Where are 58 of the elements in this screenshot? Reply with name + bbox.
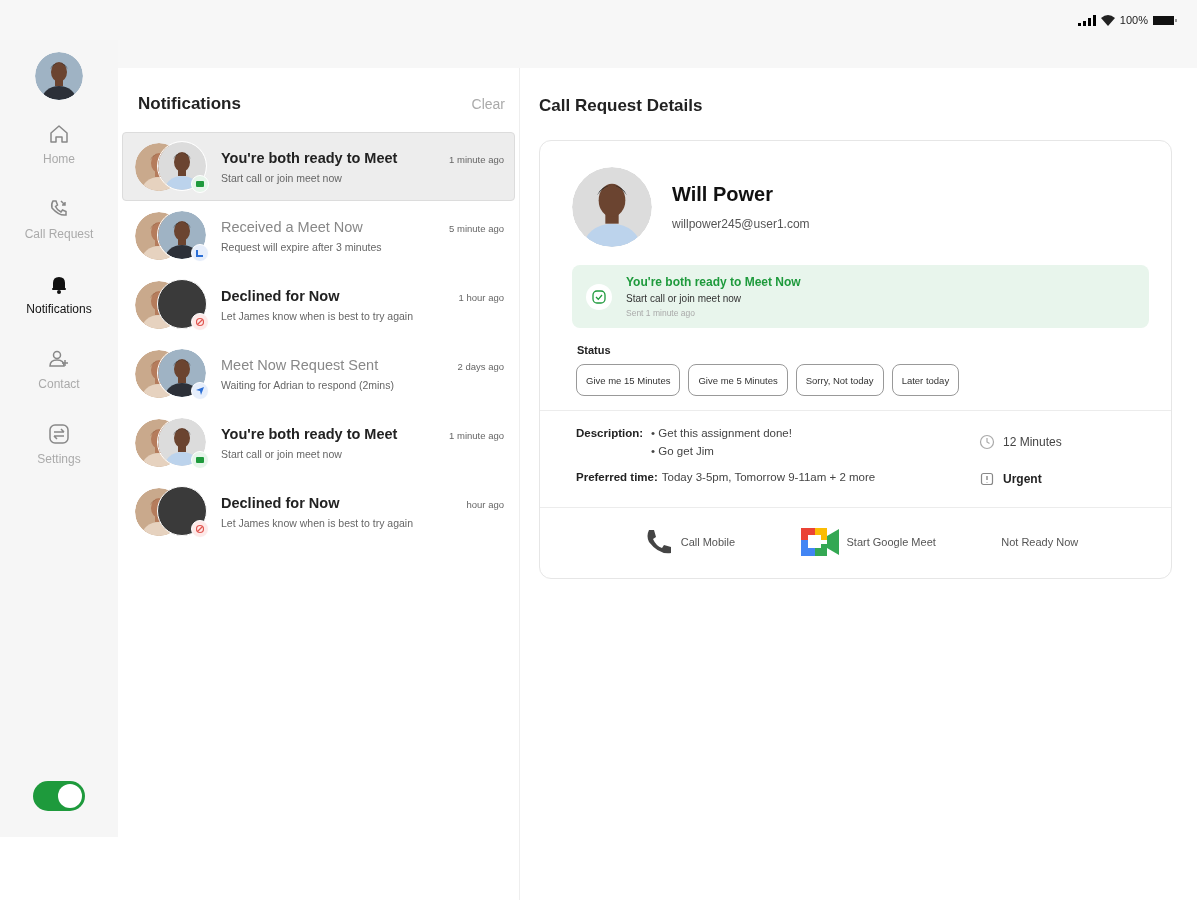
notification-subtitle: Start call or join meet now [221,447,343,460]
notification-title: Received a Meet Now [221,218,363,235]
notification-title: Declined for Now [221,287,340,304]
settings-icon [47,422,71,446]
timestamp: 2 days ago [457,360,504,372]
timestamp: 1 hour ago [458,291,504,303]
home-icon [47,122,71,146]
wifi-icon [1100,14,1115,26]
banner-timestamp: Sent 1 minute ago [626,308,696,318]
notification-subtitle: Start call or join meet now [221,171,343,184]
timestamp: hour ago [466,498,504,510]
action-button[interactable]: Call Mobile [636,526,742,558]
notification-item[interactable]: You're both ready to Meet 1 minute ago Start call or join meet now [122,132,515,201]
status-option-button[interactable]: Sorry, Not today [795,364,884,396]
battery-icon [1153,14,1177,26]
video-camera-icon [800,528,839,556]
contact-email: willpower245@user1.com [672,216,810,231]
notification-subtitle: Let James know when is best to try again [221,516,414,529]
status-option-button[interactable]: Give me 5 Minutes [688,364,788,396]
description-item: • Get this assignment done! [651,427,792,439]
description-label: Description: [576,427,644,441]
clock-icon [979,434,995,450]
notification-item[interactable]: Declined for Now 1 hour ago Let James know when is best to try again [122,270,515,339]
preferred-time-label: Preferred time: [576,471,658,485]
notification-subtitle: Let James know when is best to try again [221,309,414,322]
duration-text: 12 Minutes [1003,435,1062,449]
flag-icon [979,471,995,487]
status-option-button[interactable]: Later today [891,364,960,396]
priority-text: Urgent [1003,472,1042,486]
notification-title: You're both ready to Meet [221,425,398,442]
toggle-switch[interactable] [33,781,85,811]
description-item: • Go get Jim [651,445,715,457]
notification-item[interactable]: Declined for Now hour ago Let James know when is best to try again [122,477,515,546]
timestamp: 1 minute ago [449,429,504,441]
notification-subtitle: Waiting for Adrian to respond (2mins) [221,378,395,391]
nav-item[interactable]: Notifications [24,272,94,316]
signal-icon [1077,14,1096,26]
details-title: Call Request Details [539,96,704,116]
preferred-time-value: Today 3-5pm, Tomorrow 9-11am + 2 more [661,471,876,485]
contact-name: Will Power [672,182,774,206]
battery-percentage: 100% [1119,14,1148,26]
timestamp: 1 minute ago [449,153,504,165]
notification-item[interactable]: You're both ready to Meet 1 minute ago Start call or join meet now [122,408,515,477]
notification-title: You're both ready to Meet [221,149,398,166]
notification-item[interactable]: Meet Now Request Sent 2 days ago Waiting for Adrian to respond (2mins) [122,339,515,408]
status-option-button[interactable]: Give me 15 Minutes [576,364,681,396]
status-label: Status [577,344,612,356]
notification-item[interactable]: Received a Meet Now 5 minute ago Request will expire after 3 minutes [122,201,515,270]
notification-subtitle: Request will expire after 3 minutes [221,240,383,253]
banner-subtitle: Start call or join meet now [626,293,743,304]
action-button[interactable]: Start Google Meet [794,527,942,557]
panel-title: Notifications [138,94,241,114]
notification-title: Meet Now Request Sent [221,356,379,373]
check-icon [586,283,612,310]
banner-title: You're both ready to Meet Now [626,275,801,289]
notification-title: Declined for Now [221,494,340,511]
timestamp: 5 minute ago [449,222,504,234]
action-button[interactable]: Not Ready Now [995,535,1085,549]
